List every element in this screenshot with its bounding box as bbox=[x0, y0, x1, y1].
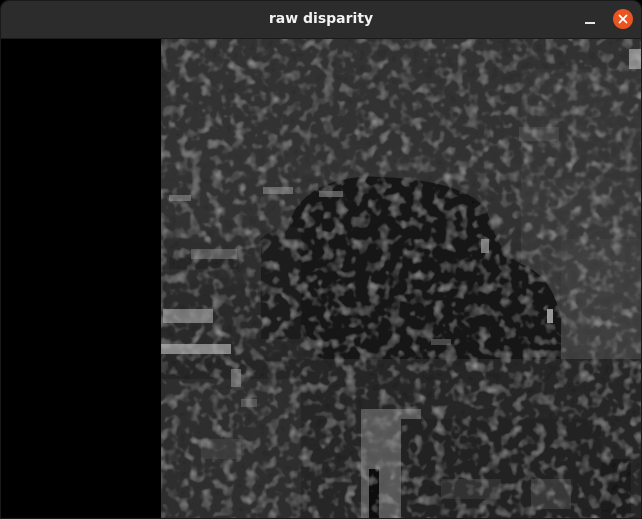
close-icon bbox=[618, 14, 628, 24]
disparity-image bbox=[1, 39, 641, 518]
minimize-icon bbox=[585, 22, 595, 24]
window-title: raw disparity bbox=[268, 11, 374, 27]
app-window: raw disparity bbox=[0, 0, 642, 519]
title-bar[interactable]: raw disparity bbox=[1, 1, 641, 39]
minimize-button[interactable] bbox=[578, 8, 602, 32]
image-view bbox=[1, 39, 641, 518]
close-button[interactable] bbox=[613, 9, 633, 29]
